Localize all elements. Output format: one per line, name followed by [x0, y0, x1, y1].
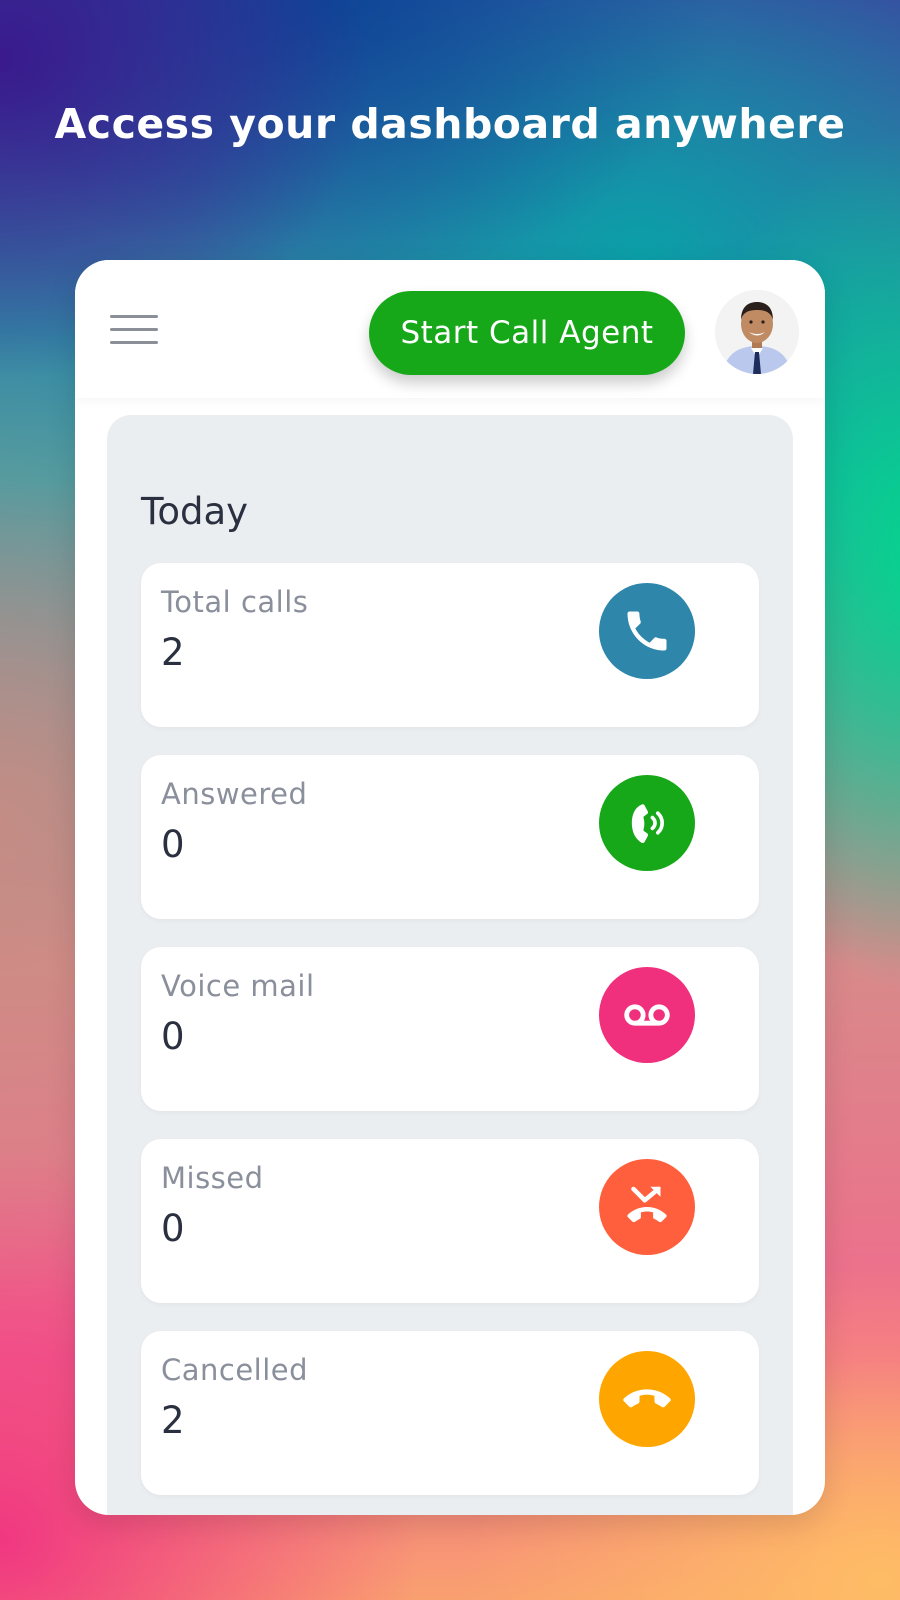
- top-bar: Start Call Agent: [75, 260, 825, 398]
- stat-label: Total calls: [161, 585, 309, 619]
- menu-icon[interactable]: [110, 315, 160, 347]
- voicemail-icon: [599, 967, 695, 1063]
- missed-call-icon: [599, 1159, 695, 1255]
- hangup-icon: [599, 1351, 695, 1447]
- stat-label: Missed: [161, 1161, 264, 1195]
- start-call-agent-button[interactable]: Start Call Agent: [369, 291, 685, 375]
- dashboard-card: Start Call Agent Today Total calls 2 Ans…: [75, 260, 825, 1515]
- stat-card-total-calls[interactable]: Total calls 2: [141, 563, 759, 727]
- stat-label: Voice mail: [161, 969, 315, 1003]
- section-title: Today: [141, 490, 249, 533]
- stat-label: Answered: [161, 777, 308, 811]
- stat-card-answered[interactable]: Answered 0: [141, 755, 759, 919]
- headline: Access your dashboard anywhere: [54, 100, 846, 148]
- stat-value: 0: [161, 1015, 185, 1058]
- stat-value: 2: [161, 631, 185, 674]
- stat-card-cancelled[interactable]: Cancelled 2: [141, 1331, 759, 1495]
- stat-value: 2: [161, 1399, 185, 1442]
- stat-label: Cancelled: [161, 1353, 309, 1387]
- phone-icon: [599, 583, 695, 679]
- stat-value: 0: [161, 1207, 185, 1250]
- stat-card-missed[interactable]: Missed 0: [141, 1139, 759, 1303]
- today-panel: Today Total calls 2 Answered 0 Voice mai…: [107, 415, 793, 1515]
- stat-card-voice-mail[interactable]: Voice mail 0: [141, 947, 759, 1111]
- phone-ringing-icon: [599, 775, 695, 871]
- avatar[interactable]: [715, 290, 799, 374]
- stat-value: 0: [161, 823, 185, 866]
